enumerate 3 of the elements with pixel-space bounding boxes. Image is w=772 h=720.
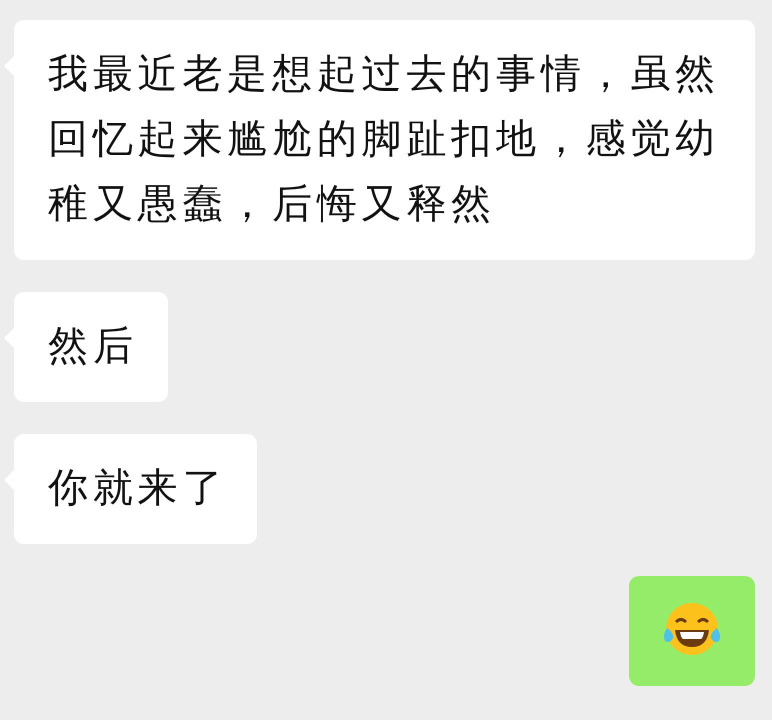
message-text: 你就来了 — [48, 465, 228, 512]
message-text: 然后 — [48, 323, 138, 370]
message-text: 我最近老是想起过去的事情，虽然回忆起来尴尬的脚趾扣地，感觉幼稚又愚蠢，后悔又释然 — [48, 51, 721, 228]
